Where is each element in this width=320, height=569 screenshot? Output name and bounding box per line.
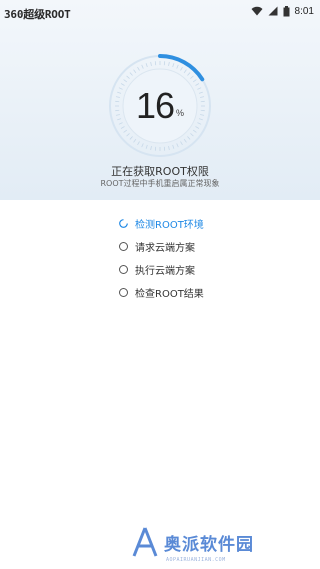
- step-item: 检测ROOT环境: [119, 212, 309, 235]
- loading-spinner-icon: [119, 219, 128, 228]
- step-label: 执行云端方案: [135, 266, 195, 277]
- pending-circle-icon: [119, 288, 128, 297]
- status-bar: 360超级ROOT 8:01: [0, 0, 320, 22]
- pending-circle-icon: [119, 242, 128, 251]
- percent-sign: %: [176, 108, 185, 118]
- status-icons: 8:01: [251, 4, 314, 18]
- battery-icon: [283, 5, 290, 16]
- progress-dial: 16 %: [106, 52, 214, 160]
- watermark: 奥派软件园: [132, 522, 254, 562]
- percent-readout: 16 %: [106, 52, 214, 160]
- step-item: 检查ROOT结果: [119, 281, 309, 304]
- wifi-icon: [251, 6, 263, 16]
- step-item: 请求云端方案: [119, 235, 309, 258]
- watermark-logo-icon: [132, 527, 158, 557]
- status-headline: 正在获取ROOT权限: [111, 165, 209, 178]
- step-label: 请求云端方案: [135, 243, 195, 254]
- signal-icon: [268, 6, 278, 16]
- watermark-url: AOPAIRUANJIAN.COM: [166, 557, 226, 563]
- status-subline: ROOT过程中手机重启属正常现象: [100, 179, 220, 188]
- step-label: 检查ROOT结果: [135, 289, 204, 300]
- pending-circle-icon: [119, 265, 128, 274]
- progress-header: 360超级ROOT 8:01 16 % 正在获取ROOT权限 ROOT过程中手机…: [0, 0, 320, 200]
- clock: 8:01: [294, 5, 314, 17]
- app-title: 360超级ROOT: [4, 8, 71, 21]
- step-label: 检测ROOT环境: [135, 220, 204, 231]
- percent-value: 16: [135, 85, 175, 126]
- step-item: 执行云端方案: [119, 258, 309, 281]
- step-list: 检测ROOT环境 请求云端方案 执行云端方案 检查ROOT结果: [119, 212, 309, 304]
- watermark-text: 奥派软件园: [164, 534, 254, 555]
